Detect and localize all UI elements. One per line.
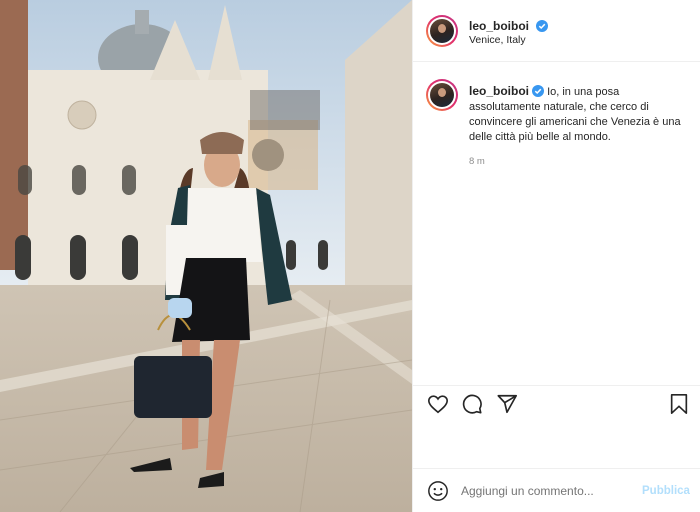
emoji-icon[interactable]	[427, 480, 449, 502]
header-avatar[interactable]	[426, 15, 458, 47]
location-link[interactable]: Venice, Italy	[469, 34, 526, 46]
header-username-row: leo_boiboi	[469, 17, 549, 35]
verified-badge-icon	[536, 20, 549, 32]
heart-icon[interactable]	[427, 393, 449, 415]
caption-username[interactable]: leo_boiboi	[469, 84, 529, 98]
comment-icon[interactable]	[461, 393, 483, 415]
caption: leo_boiboi Io, in una posa assolutamente…	[469, 84, 691, 145]
venice-photo-illustration	[0, 0, 412, 512]
verified-badge-icon	[532, 85, 544, 97]
publish-button[interactable]: Pubblica	[642, 485, 690, 497]
post-header: leo_boiboi Venice, Italy	[413, 0, 700, 62]
header-username[interactable]: leo_boiboi	[469, 19, 529, 33]
action-bar	[413, 385, 700, 419]
post-side-panel: leo_boiboi Venice, Italy leo_boiboi Io, …	[412, 0, 700, 512]
post-timestamp[interactable]: 8 m	[469, 156, 485, 167]
comment-input[interactable]	[461, 484, 641, 498]
post-photo[interactable]	[0, 0, 412, 512]
instagram-post: leo_boiboi Venice, Italy leo_boiboi Io, …	[0, 0, 700, 512]
caption-avatar[interactable]	[426, 79, 458, 111]
paper-plane-icon[interactable]	[496, 393, 518, 415]
bookmark-icon[interactable]	[669, 393, 689, 415]
comment-bar: Pubblica	[413, 468, 700, 512]
